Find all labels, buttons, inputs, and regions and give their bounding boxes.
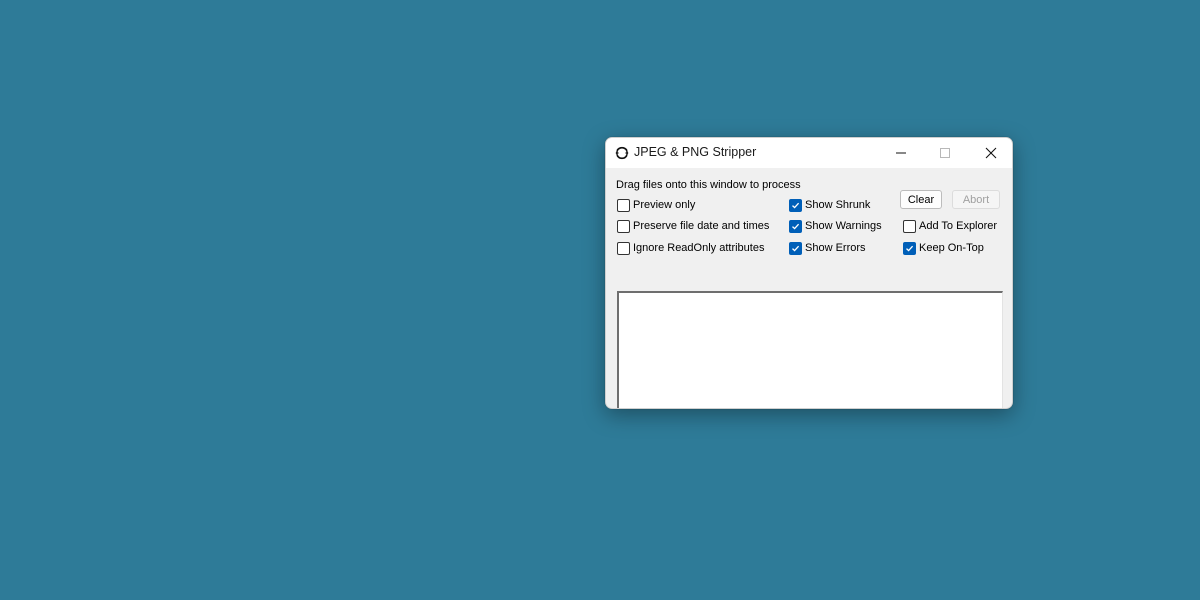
- checkbox-box[interactable]: [617, 219, 630, 233]
- checkbox-label: Show Warnings: [805, 220, 882, 232]
- checkbox-label: Preserve file date and times: [633, 220, 770, 232]
- clear-button[interactable]: Clear: [900, 190, 942, 209]
- show-warnings-checkbox[interactable]: Show Warnings: [789, 218, 882, 234]
- show-shrunk-checkbox[interactable]: Show Shrunk: [789, 197, 870, 213]
- checkbox-box[interactable]: [903, 241, 916, 255]
- minimize-icon: [896, 152, 906, 154]
- checkbox-label: Add To Explorer: [919, 220, 998, 232]
- preserve-dates-checkbox[interactable]: Preserve file date and times: [617, 218, 769, 234]
- app-window: JPEG & PNG Stripper Drag files onto this…: [605, 137, 1013, 409]
- checkmark-icon: [792, 202, 800, 209]
- show-errors-checkbox[interactable]: Show Errors: [789, 240, 866, 256]
- checkmark-icon: [792, 245, 800, 252]
- checkmark-icon: [792, 223, 800, 230]
- checkbox-box[interactable]: [789, 241, 802, 255]
- minimize-button[interactable]: [878, 138, 924, 168]
- close-icon: [985, 147, 997, 159]
- ignore-readonly-checkbox[interactable]: Ignore ReadOnly attributes: [617, 240, 764, 256]
- keep-on-top-checkbox[interactable]: Keep On-Top: [903, 240, 984, 256]
- abort-button: Abort: [952, 190, 1000, 209]
- checkmark-icon: [906, 245, 914, 252]
- close-button[interactable]: [968, 138, 1012, 168]
- preview-only-checkbox[interactable]: Preview only: [617, 197, 695, 213]
- output-log-listbox[interactable]: [617, 291, 1003, 408]
- checkbox-box[interactable]: [789, 219, 802, 233]
- checkbox-label: Show Errors: [805, 242, 866, 254]
- checkbox-box[interactable]: [617, 198, 630, 212]
- add-to-explorer-checkbox[interactable]: Add To Explorer: [903, 218, 997, 234]
- maximize-button: [922, 138, 968, 168]
- checkbox-box[interactable]: [617, 241, 630, 255]
- maximize-icon: [940, 148, 950, 158]
- checkbox-label: Ignore ReadOnly attributes: [633, 242, 765, 254]
- checkbox-label: Keep On-Top: [919, 242, 984, 254]
- checkbox-box[interactable]: [789, 198, 802, 212]
- app-icon: [615, 146, 629, 160]
- window-title: JPEG & PNG Stripper: [634, 145, 757, 159]
- window-client-area: Drag files onto this window to process P…: [606, 168, 1012, 408]
- checkbox-label: Preview only: [633, 199, 696, 211]
- instructions-label: Drag files onto this window to process: [616, 179, 801, 191]
- checkbox-box[interactable]: [903, 219, 916, 233]
- checkbox-label: Show Shrunk: [805, 199, 871, 211]
- title-bar[interactable]: JPEG & PNG Stripper: [606, 138, 1012, 168]
